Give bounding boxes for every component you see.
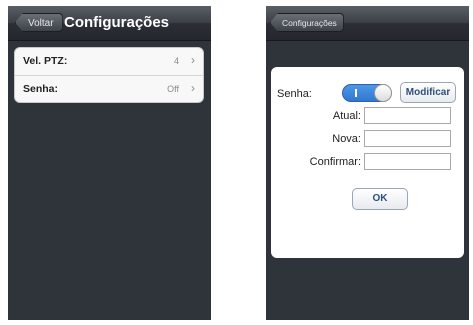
navigation-bar: Configurações (266, 6, 469, 41)
confirm-password-field[interactable] (364, 153, 451, 170)
row-value: 4 (173, 56, 179, 66)
back-button[interactable]: Configurações (270, 13, 344, 32)
toggle-on-indicator (355, 89, 357, 97)
confirm-password-label: Confirmar: (309, 156, 361, 168)
new-password-field[interactable] (364, 130, 451, 147)
password-label: Senha: (277, 88, 312, 100)
new-password-label: Nova: (332, 133, 361, 145)
password-panel: Senha: Modificar Atual: Nova: Confirmar:… (271, 67, 464, 258)
ok-button[interactable]: OK (352, 188, 408, 210)
chevron-right-icon: › (191, 81, 195, 95)
current-password-label: Atual: (332, 110, 361, 122)
navigation-bar: Voltar Configurações (8, 6, 211, 41)
back-button[interactable]: Voltar (15, 13, 63, 32)
settings-row-ptz-speed[interactable]: Vel. PTZ: 4 › (15, 48, 203, 76)
row-label: Vel. PTZ: (23, 55, 68, 67)
settings-list: Vel. PTZ: 4 › Senha: Off › (14, 47, 204, 103)
row-label: Senha: (23, 83, 59, 95)
page-title: Configurações (64, 14, 170, 31)
password-toggle[interactable] (342, 84, 392, 102)
settings-row-password[interactable]: Senha: Off › (15, 76, 203, 103)
modify-button[interactable]: Modificar (400, 82, 456, 103)
row-value: Off (167, 84, 179, 94)
toggle-knob[interactable] (374, 84, 392, 102)
password-screen: Configurações Senha: Modificar Atual: No… (266, 6, 469, 320)
settings-screen: Voltar Configurações Vel. PTZ: 4 › Senha… (8, 6, 211, 320)
current-password-field[interactable] (364, 107, 451, 124)
chevron-right-icon: › (191, 53, 195, 67)
